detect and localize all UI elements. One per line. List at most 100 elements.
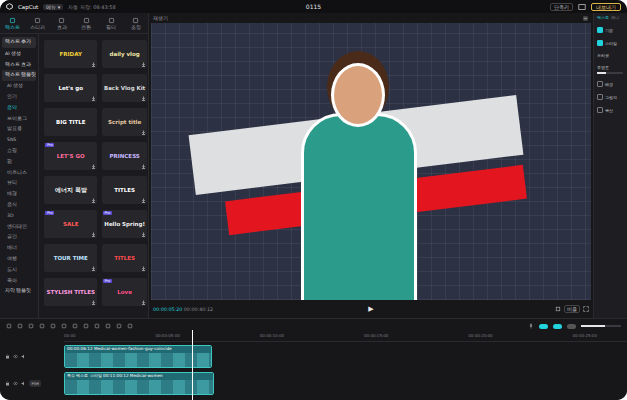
- category-item[interactable]: 육아: [2, 276, 36, 287]
- download-icon[interactable]: [91, 266, 96, 271]
- template-tile[interactable]: BIG TITLE: [44, 108, 97, 136]
- menu-button[interactable]: 메뉴 ▾: [43, 4, 63, 10]
- edit-tool-icon[interactable]: [17, 323, 23, 329]
- download-icon[interactable]: [141, 266, 146, 271]
- template-tile[interactable]: SALEPro: [44, 210, 97, 238]
- tool-tab[interactable]: 조정: [123, 13, 148, 33]
- edit-tool-icon[interactable]: [61, 323, 67, 329]
- template-tile[interactable]: TOUR TIME: [44, 244, 97, 272]
- opacity-slider[interactable]: [597, 72, 623, 74]
- checkbox[interactable]: [597, 94, 603, 100]
- snap-toggle[interactable]: [539, 324, 548, 329]
- template-tile[interactable]: TITLES: [102, 244, 147, 272]
- template-tile[interactable]: LovePro: [102, 278, 147, 306]
- preview-toggle[interactable]: [567, 324, 576, 329]
- edit-tool-icon[interactable]: [39, 323, 45, 329]
- tool-tab[interactable]: 필터: [99, 13, 124, 33]
- edit-tool-icon[interactable]: [83, 323, 89, 329]
- edit-tool-icon[interactable]: [28, 323, 34, 329]
- download-icon[interactable]: [91, 164, 96, 169]
- edit-tool-icon[interactable]: [6, 323, 12, 329]
- download-icon[interactable]: [141, 300, 146, 305]
- template-tile[interactable]: 에너지 폭발: [44, 176, 97, 204]
- lock-icon[interactable]: [5, 354, 10, 359]
- checkbox[interactable]: [597, 40, 603, 46]
- export-button[interactable]: 내보내기: [591, 3, 621, 11]
- inspector-row[interactable]: 곡선: [597, 107, 624, 113]
- edit-tool-icon[interactable]: [105, 323, 111, 329]
- playhead[interactable]: [192, 330, 193, 400]
- template-tile[interactable]: STYLISH TITLES: [44, 278, 97, 306]
- category-item[interactable]: 배너: [2, 243, 36, 254]
- lock-icon[interactable]: [5, 381, 10, 386]
- checkbox[interactable]: [597, 81, 603, 87]
- edit-tool-icon[interactable]: [72, 323, 78, 329]
- category-item[interactable]: 공간: [2, 232, 36, 243]
- category-item[interactable]: 음식: [2, 200, 36, 211]
- edit-tool-icon[interactable]: [127, 323, 133, 329]
- ratio-button[interactable]: 비율: [564, 305, 580, 313]
- template-tile[interactable]: Script title: [102, 108, 147, 136]
- eye-icon[interactable]: [13, 381, 18, 386]
- play-button[interactable]: ▶: [368, 305, 373, 313]
- category-item[interactable]: 텍스트 템플릿: [2, 70, 36, 81]
- category-item[interactable]: 엔터테인: [2, 222, 36, 233]
- edit-tool-icon[interactable]: [94, 323, 100, 329]
- category-item[interactable]: AI 생성: [2, 81, 36, 92]
- category-item[interactable]: 브이로그: [2, 114, 36, 125]
- category-item[interactable]: 비즈니스: [2, 168, 36, 179]
- edit-tool-icon[interactable]: [50, 323, 56, 329]
- category-item[interactable]: 발표용: [2, 124, 36, 135]
- category-item[interactable]: 도시: [2, 265, 36, 276]
- link-toggle[interactable]: [553, 324, 562, 329]
- template-tile[interactable]: Back Vlog Kit: [102, 74, 147, 102]
- download-icon[interactable]: [91, 300, 96, 305]
- eye-icon[interactable]: [13, 354, 18, 359]
- download-icon[interactable]: [141, 96, 146, 101]
- download-icon[interactable]: [141, 198, 146, 203]
- edit-tool-icon[interactable]: [116, 323, 122, 329]
- category-item[interactable]: 음악: [2, 103, 36, 114]
- category-item[interactable]: 텍스트 추가: [2, 37, 36, 48]
- tool-tab[interactable]: 텍스트: [0, 13, 25, 33]
- inspector-row[interactable]: 그림자: [597, 94, 624, 100]
- tool-tab[interactable]: 전환: [74, 13, 99, 33]
- download-icon[interactable]: [141, 164, 146, 169]
- category-item[interactable]: 텍스트 효과: [2, 60, 36, 71]
- inspector-tab[interactable]: 텍스트: [597, 15, 609, 20]
- category-item[interactable]: 인기: [2, 92, 36, 103]
- checkbox[interactable]: [597, 27, 603, 33]
- layout-icon[interactable]: [578, 3, 586, 11]
- template-tile[interactable]: Hello Spring!Pro: [102, 210, 147, 238]
- project-title[interactable]: 0115: [306, 3, 321, 10]
- download-icon[interactable]: [91, 62, 96, 67]
- category-item[interactable]: 팝: [2, 157, 36, 168]
- download-icon[interactable]: [141, 232, 146, 237]
- inspector-row[interactable]: 스타일: [597, 40, 624, 46]
- audio-icon[interactable]: [21, 354, 26, 359]
- category-item[interactable]: 자막 템플릿: [2, 286, 36, 297]
- download-icon[interactable]: [91, 232, 96, 237]
- inspector-row[interactable]: 프리셋: [597, 53, 624, 58]
- template-tile[interactable]: FRIDAY: [44, 40, 97, 68]
- download-icon[interactable]: [141, 130, 146, 135]
- menu-icon[interactable]: [582, 15, 589, 22]
- checkbox[interactable]: [597, 107, 603, 113]
- inspector-row[interactable]: 기본: [597, 27, 624, 33]
- category-item[interactable]: 뷰티: [2, 178, 36, 189]
- shortcut-button[interactable]: 단축키: [550, 3, 573, 11]
- mic-icon[interactable]: [528, 323, 534, 329]
- cover-button[interactable]: 커버: [29, 380, 41, 387]
- download-icon[interactable]: [91, 198, 96, 203]
- category-item[interactable]: 3D: [2, 211, 36, 222]
- tool-tab[interactable]: 스티커: [25, 13, 50, 33]
- template-tile[interactable]: daily vlog: [102, 40, 147, 68]
- audio-icon[interactable]: [21, 381, 26, 386]
- crop-icon[interactable]: [555, 306, 561, 312]
- fullscreen-icon[interactable]: [583, 306, 589, 312]
- category-item[interactable]: AI 생성: [2, 49, 36, 60]
- template-tile[interactable]: LET'S GOPro: [44, 142, 97, 170]
- category-item[interactable]: SNS: [2, 135, 36, 146]
- time-ruler[interactable]: 00:0000:00:05:0000:00:10:0000:00:15:0000…: [64, 333, 627, 342]
- category-item[interactable]: 쇼핑: [2, 146, 36, 157]
